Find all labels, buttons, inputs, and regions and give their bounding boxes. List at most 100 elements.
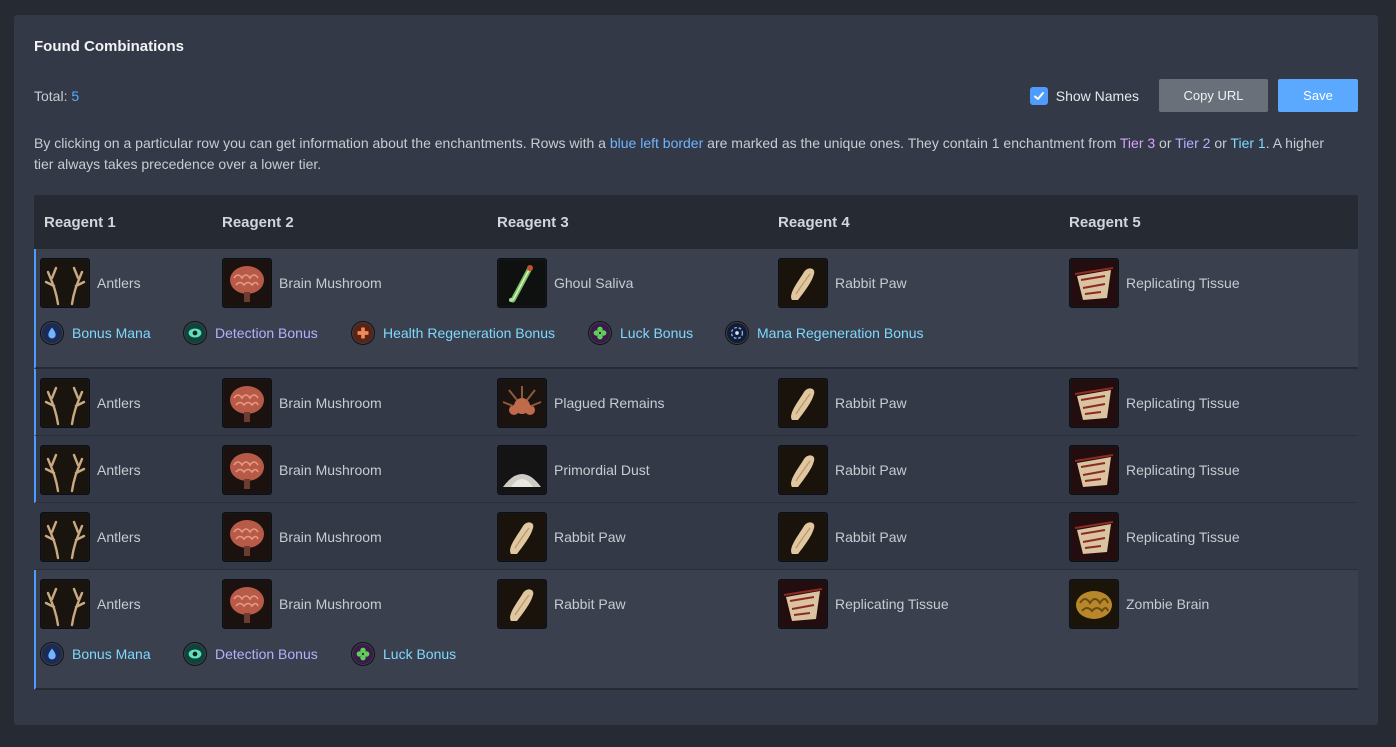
reagent-cell: Replicating Tissue [1069, 258, 1240, 308]
reagent-name: Brain Mushroom [279, 395, 382, 411]
reagent-name: Rabbit Paw [835, 462, 907, 478]
enchantment-label: Detection Bonus [215, 646, 318, 662]
combinations-table: Reagent 1 Reagent 2 Reagent 3 Reagent 4 … [34, 195, 1358, 690]
found-combinations-panel: Found Combinations Total: 5 Show Names C… [14, 15, 1378, 725]
reagent-cell: Brain Mushroom [222, 579, 382, 629]
checkmark-icon[interactable] [1029, 86, 1048, 105]
reagent-name: Rabbit Paw [835, 395, 907, 411]
rabbit-paw-icon [778, 258, 828, 308]
desc-part-1: By clicking on a particular row you can … [34, 135, 610, 151]
header-reagent-3: Reagent 3 [497, 213, 569, 231]
show-names-checkbox[interactable]: Show Names [1029, 86, 1139, 105]
reagent-cell: Replicating Tissue [1069, 512, 1240, 562]
reagent-name: Antlers [97, 462, 141, 478]
desc-tier3: Tier 3 [1119, 135, 1156, 151]
enchantment-luck-bonus[interactable]: Luck Bonus [351, 641, 456, 667]
reagent-cell: Replicating Tissue [1069, 445, 1240, 495]
detection-bonus-icon [183, 321, 207, 345]
brain-mushroom-icon [222, 579, 272, 629]
table-row[interactable]: Antlers Brain Mushroom Primordial Dust R… [34, 436, 1358, 503]
antlers-icon [40, 258, 90, 308]
reagent-cell: Replicating Tissue [778, 579, 949, 629]
reagent-cell: Ghoul Saliva [497, 258, 633, 308]
reagent-name: Brain Mushroom [279, 596, 382, 612]
copy-url-button[interactable]: Copy URL [1159, 79, 1268, 112]
enchantment-label: Health Regeneration Bonus [383, 325, 556, 341]
reagent-cell: Antlers [40, 258, 141, 308]
luck-bonus-icon [588, 321, 612, 345]
antlers-icon [40, 512, 90, 562]
replicating-tissue-icon [1069, 378, 1119, 428]
reagent-cell: Rabbit Paw [778, 258, 907, 308]
reagent-name: Replicating Tissue [1126, 395, 1240, 411]
luck-bonus-icon [351, 642, 375, 666]
enchantment-list: Bonus Mana Detection Bonus Health Regene… [36, 315, 1358, 367]
reagent-cell: Rabbit Paw [778, 378, 907, 428]
reagent-cell: Rabbit Paw [778, 445, 907, 495]
rabbit-paw-icon [778, 445, 828, 495]
enchantment-mana-regeneration[interactable]: Mana Regeneration Bonus [725, 320, 924, 346]
enchantment-label: Mana Regeneration Bonus [757, 325, 924, 341]
reagent-cell: Replicating Tissue [1069, 378, 1240, 428]
enchantment-bonus-mana[interactable]: Bonus Mana [40, 320, 151, 346]
total-value: 5 [71, 88, 80, 104]
enchantment-luck-bonus[interactable]: Luck Bonus [588, 320, 693, 346]
rabbit-paw-icon [778, 512, 828, 562]
reagent-cell: Brain Mushroom [222, 445, 382, 495]
reagent-name: Antlers [97, 275, 141, 291]
reagent-name: Brain Mushroom [279, 529, 382, 545]
reagent-cell: Antlers [40, 445, 141, 495]
enchantment-health-regeneration[interactable]: Health Regeneration Bonus [351, 320, 555, 346]
enchantment-bonus-mana[interactable]: Bonus Mana [40, 641, 151, 667]
header-reagent-2: Reagent 2 [222, 213, 294, 231]
reagent-cell: Brain Mushroom [222, 378, 382, 428]
reagent-name: Plagued Remains [554, 395, 665, 411]
desc-part-2: are marked as the unique ones. They cont… [703, 135, 1120, 151]
reagent-name: Rabbit Paw [835, 275, 907, 291]
bonus-mana-icon [40, 642, 64, 666]
table-row[interactable]: Antlers Brain Mushroom Rabbit Paw Rabbit… [34, 503, 1358, 570]
header-reagent-4: Reagent 4 [778, 213, 850, 231]
antlers-icon [40, 579, 90, 629]
controls: Show Names Copy URL Save [1029, 79, 1358, 112]
save-button[interactable]: Save [1278, 79, 1358, 112]
reagent-name: Brain Mushroom [279, 275, 382, 291]
table-header: Reagent 1 Reagent 2 Reagent 3 Reagent 4 … [34, 195, 1358, 249]
ghoul-saliva-icon [497, 258, 547, 308]
brain-mushroom-icon [222, 445, 272, 495]
reagent-cell: Antlers [40, 378, 141, 428]
bonus-mana-icon [40, 321, 64, 345]
reagent-cell: Plagued Remains [497, 378, 665, 428]
enchantment-label: Luck Bonus [383, 646, 457, 662]
reagent-cell: Rabbit Paw [497, 579, 626, 629]
table-row[interactable]: Antlers Brain Mushroom Ghoul Saliva Rabb… [34, 249, 1358, 369]
description-text: By clicking on a particular row you can … [34, 133, 1344, 175]
reagent-name: Antlers [97, 596, 141, 612]
replicating-tissue-icon [1069, 445, 1119, 495]
enchantment-label: Luck Bonus [620, 325, 694, 341]
replicating-tissue-icon [778, 579, 828, 629]
reagent-name: Replicating Tissue [1126, 462, 1240, 478]
rabbit-paw-icon [497, 512, 547, 562]
reagent-cell: Brain Mushroom [222, 258, 382, 308]
enchantment-detection-bonus[interactable]: Detection Bonus [183, 320, 318, 346]
rabbit-paw-icon [778, 378, 828, 428]
reagent-name: Replicating Tissue [1126, 275, 1240, 291]
table-row[interactable]: Antlers Brain Mushroom Plagued Remains R… [34, 369, 1358, 436]
replicating-tissue-icon [1069, 258, 1119, 308]
zombie-brain-icon [1069, 579, 1119, 629]
desc-tier2: Tier 2 [1175, 135, 1211, 151]
plagued-remains-icon [497, 378, 547, 428]
reagent-name: Antlers [97, 395, 141, 411]
reagent-cell: Rabbit Paw [778, 512, 907, 562]
reagent-name: Rabbit Paw [835, 529, 907, 545]
table-row[interactable]: Antlers Brain Mushroom Rabbit Paw Replic… [34, 570, 1358, 690]
enchantment-detection-bonus[interactable]: Detection Bonus [183, 641, 318, 667]
total-count: Total: 5 [34, 88, 79, 104]
reagent-cell: Antlers [40, 579, 141, 629]
reagent-name: Replicating Tissue [835, 596, 949, 612]
replicating-tissue-icon [1069, 512, 1119, 562]
show-names-label: Show Names [1055, 87, 1139, 104]
enchantment-label: Detection Bonus [215, 325, 318, 341]
reagent-cell: Rabbit Paw [497, 512, 626, 562]
